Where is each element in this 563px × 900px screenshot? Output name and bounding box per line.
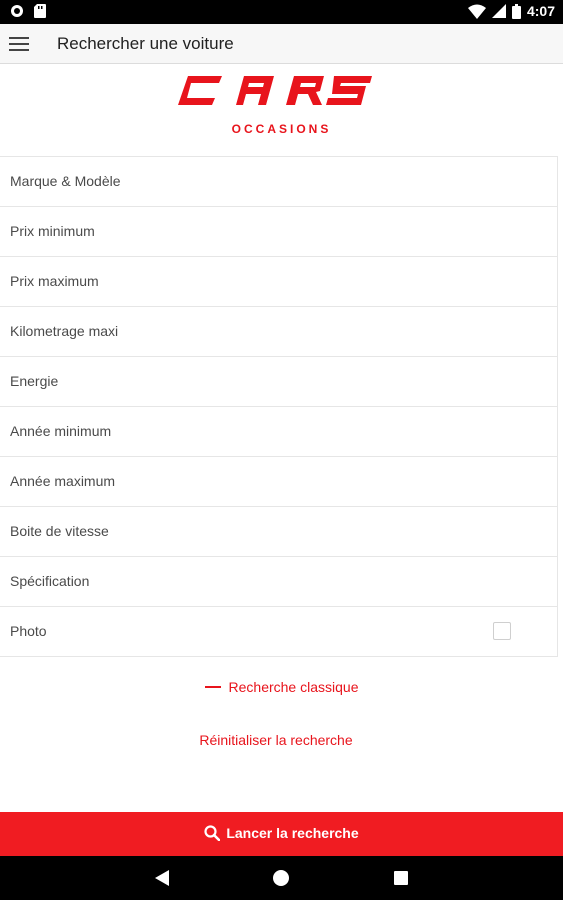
wifi-icon xyxy=(467,4,486,19)
field-label: Energie xyxy=(10,373,59,389)
field-energy[interactable]: Energie xyxy=(0,357,557,407)
status-bar: 4:07 xyxy=(0,0,563,24)
field-label: Prix minimum xyxy=(10,223,95,239)
field-gearbox[interactable]: Boite de vitesse xyxy=(0,507,557,557)
launch-search-button[interactable]: Lancer la recherche xyxy=(0,812,563,856)
field-label: Année maximum xyxy=(10,473,116,489)
launch-search-label: Lancer la recherche xyxy=(226,825,359,841)
field-label: Année minimum xyxy=(10,423,112,439)
back-icon[interactable] xyxy=(155,870,169,886)
recents-icon[interactable] xyxy=(394,871,408,885)
field-label: Prix maximum xyxy=(10,273,99,289)
search-form: Marque & Modèle Prix minimum Prix maximu… xyxy=(0,156,558,657)
app-bar: Rechercher une voiture xyxy=(0,24,563,64)
field-label: Kilometrage maxi xyxy=(10,323,119,339)
battery-icon xyxy=(511,3,521,19)
sync-icon xyxy=(11,5,23,17)
photo-checkbox[interactable] xyxy=(493,622,511,640)
reset-search-link[interactable]: Réinitialiser la recherche xyxy=(0,732,552,748)
classic-search-label: Recherche classique xyxy=(228,679,359,695)
field-specification[interactable]: Spécification xyxy=(0,557,557,607)
cars-logo-wordmark xyxy=(178,76,372,105)
signal-icon xyxy=(491,4,506,18)
field-brand-model[interactable]: Marque & Modèle xyxy=(0,157,557,207)
field-max-mileage[interactable]: Kilometrage maxi xyxy=(0,307,557,357)
field-max-price[interactable]: Prix maximum xyxy=(0,257,557,307)
field-photo: Photo xyxy=(0,607,557,657)
field-min-price[interactable]: Prix minimum xyxy=(0,207,557,257)
field-min-year[interactable]: Année minimum xyxy=(0,407,557,457)
field-label: Photo xyxy=(10,623,47,639)
hamburger-menu-icon[interactable] xyxy=(9,34,31,54)
logo-subtitle: OCCASIONS xyxy=(231,122,332,136)
sd-card-icon xyxy=(34,4,46,18)
cars-logo: OCCASIONS xyxy=(0,64,563,156)
field-label: Marque & Modèle xyxy=(10,173,121,189)
classic-search-link[interactable]: Recherche classique xyxy=(0,679,563,695)
field-label: Spécification xyxy=(10,573,90,589)
search-icon xyxy=(204,825,221,842)
field-max-year[interactable]: Année maximum xyxy=(0,457,557,507)
page-title: Rechercher une voiture xyxy=(57,34,234,53)
field-label: Boite de vitesse xyxy=(10,523,109,539)
dash-icon xyxy=(204,686,221,689)
status-time: 4:07 xyxy=(526,3,555,19)
system-nav-bar xyxy=(0,856,563,900)
home-icon[interactable] xyxy=(273,870,289,886)
